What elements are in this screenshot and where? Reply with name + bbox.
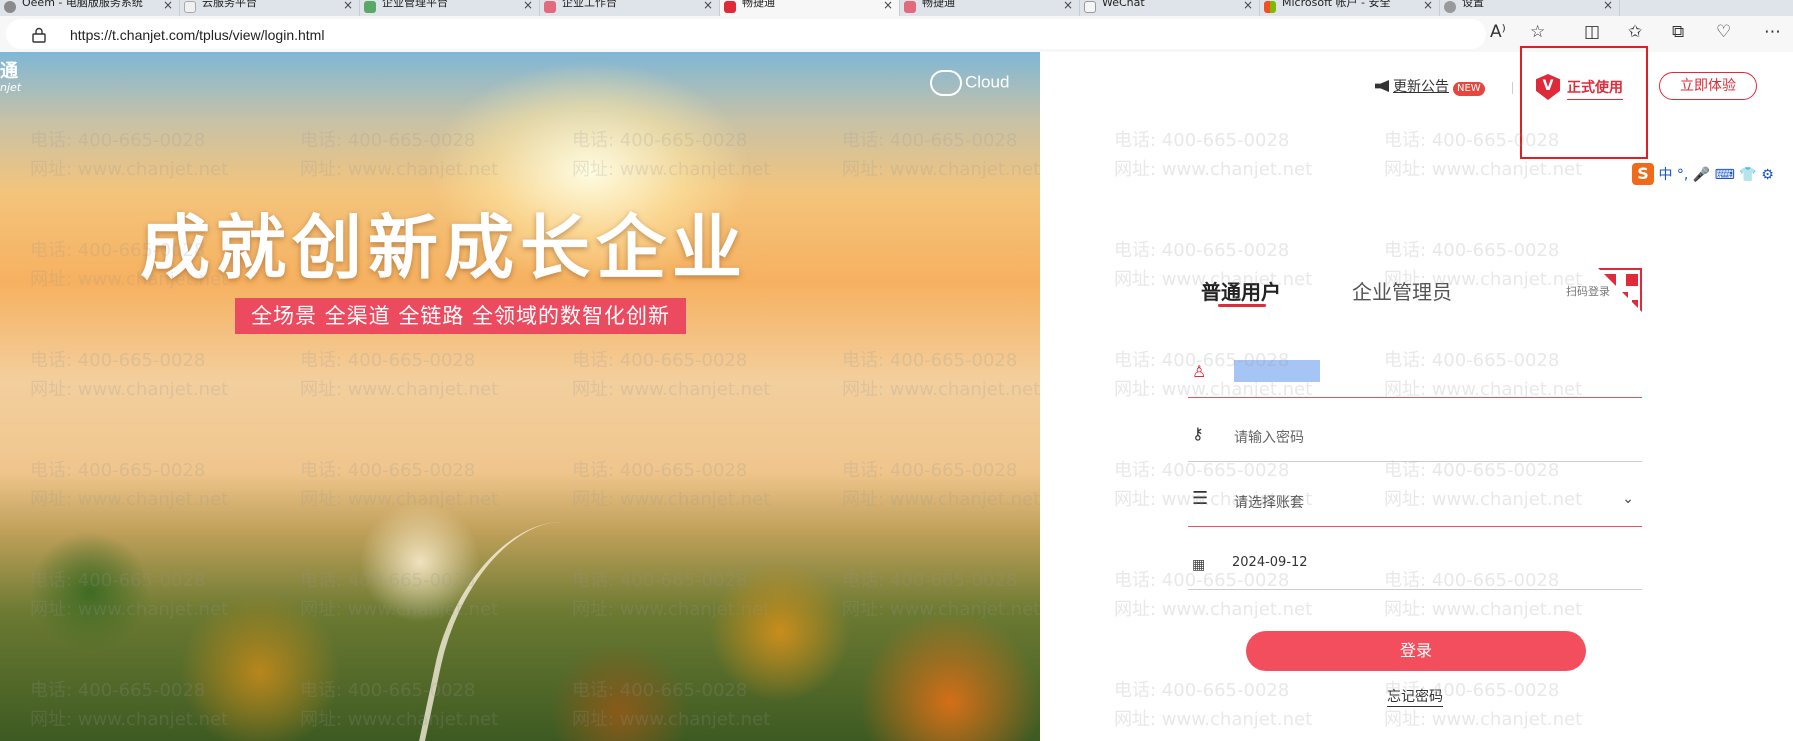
- forgot-password-link[interactable]: 忘记密码: [1387, 686, 1443, 707]
- account-select-value: 请选择账套: [1234, 495, 1304, 511]
- formal-use-link[interactable]: 正式使用: [1567, 77, 1623, 100]
- highlight-box: [1520, 46, 1648, 159]
- close-tab-icon[interactable]: ×: [1423, 0, 1433, 12]
- key-icon: ⚷: [1192, 424, 1204, 443]
- url-field[interactable]: https://t.chanjet.com/tplus/view/login.h…: [6, 19, 1486, 49]
- calendar-icon: ▦: [1192, 557, 1206, 573]
- date-value[interactable]: 2024-09-12: [1232, 555, 1308, 570]
- browser-tab[interactable]: 企业工作台 ×: [540, 0, 720, 16]
- lock-icon: [32, 27, 46, 43]
- close-tab-icon[interactable]: ×: [343, 0, 353, 12]
- tab-favicon-icon: [544, 1, 556, 13]
- tab-favicon-icon: [364, 1, 376, 13]
- close-tab-icon[interactable]: ×: [1603, 0, 1613, 12]
- list-icon: ☰: [1192, 488, 1209, 509]
- cloud-logo: Cloud: [930, 70, 1009, 96]
- ime-toolbar[interactable]: S 中 °, 🎤 ⌨ 👕 ⚙: [1632, 163, 1774, 185]
- username-value-masked: [1234, 360, 1320, 382]
- login-button[interactable]: 登录: [1246, 631, 1586, 671]
- browser-tab[interactable]: 畅捷通 ×: [900, 0, 1080, 16]
- tab-favicon-icon: [184, 1, 196, 13]
- close-tab-icon[interactable]: ×: [1243, 0, 1253, 12]
- tab-favicon-icon: [1264, 1, 1276, 13]
- browser-tab-active[interactable]: 畅捷通 ×: [720, 0, 900, 16]
- close-tab-icon[interactable]: ×: [883, 0, 893, 12]
- more-menu-icon[interactable]: ⋯: [1764, 22, 1781, 42]
- close-tab-icon[interactable]: ×: [163, 0, 173, 12]
- gear-icon: [1444, 1, 1456, 13]
- ime-toolbar-items[interactable]: 中 °, 🎤 ⌨ 👕 ⚙: [1658, 167, 1773, 183]
- browser-tab[interactable]: Oeem - 电脑版服务系统 ×: [0, 0, 180, 16]
- browser-essentials-icon[interactable]: ♡: [1716, 22, 1731, 42]
- tab-normal-user[interactable]: 普通用户: [1201, 276, 1281, 305]
- password-input[interactable]: 请输入密码: [1234, 427, 1304, 447]
- megaphone-icon: [1375, 80, 1389, 92]
- try-now-button[interactable]: 立即体验: [1659, 72, 1757, 100]
- browser-tab[interactable]: 云服务平台 ×: [180, 0, 360, 16]
- tab-favicon-icon: [724, 1, 736, 13]
- divider: [1512, 82, 1513, 94]
- cloud-logo-icon: [930, 70, 962, 96]
- account-select[interactable]: ☰ 请选择账套 ⌄: [1188, 485, 1642, 527]
- browser-tab[interactable]: Microsoft 帐户 - 安全 ×: [1260, 0, 1440, 16]
- browser-tab[interactable]: 企业管理平台 ×: [360, 0, 540, 16]
- active-tab-indicator: [1218, 304, 1266, 307]
- favorites-icon[interactable]: ✩: [1628, 22, 1642, 42]
- brand-logo: 通 njet: [0, 61, 22, 95]
- tab-favicon-icon: [1084, 1, 1096, 13]
- update-notice-link[interactable]: 更新公告 NEW: [1375, 76, 1485, 96]
- password-field[interactable]: ⚷ 请输入密码: [1188, 420, 1642, 462]
- new-badge: NEW: [1453, 82, 1485, 96]
- read-aloud-icon[interactable]: A⁾: [1490, 22, 1506, 42]
- tab-favicon-icon: [904, 1, 916, 13]
- favorite-star-icon[interactable]: ☆: [1530, 22, 1545, 42]
- hero-subtitle: 全场景 全渠道 全链路 全领域的数智化创新: [235, 298, 687, 334]
- split-screen-icon[interactable]: ◫: [1584, 22, 1600, 42]
- url-text: https://t.chanjet.com/tplus/view/login.h…: [70, 27, 325, 43]
- date-field[interactable]: ▦ 2024-09-12: [1188, 550, 1642, 590]
- qr-login-label[interactable]: 扫码登录: [1566, 283, 1610, 299]
- collections-icon[interactable]: ⧉: [1672, 22, 1684, 42]
- browser-tab[interactable]: 设置 ×: [1440, 0, 1620, 16]
- chevron-down-icon[interactable]: ⌄: [1622, 491, 1634, 507]
- browser-tab[interactable]: WeChat ×: [1080, 0, 1260, 16]
- hero-title: 成就创新成长企业: [140, 207, 748, 289]
- username-field[interactable]: ♙: [1188, 356, 1642, 398]
- browser-tab-strip: Oeem - 电脑版服务系统 × 云服务平台 × 企业管理平台 × 企业工作台 …: [0, 0, 1793, 16]
- sogou-ime-icon[interactable]: S: [1632, 163, 1654, 185]
- login-page: Oeem - 电脑版服务系统 × 云服务平台 × 企业管理平台 × 企业工作台 …: [0, 0, 1793, 741]
- close-tab-icon[interactable]: ×: [523, 0, 533, 12]
- close-tab-icon[interactable]: ×: [1063, 0, 1073, 12]
- close-tab-icon[interactable]: ×: [703, 0, 713, 12]
- tab-favicon-icon: [4, 1, 16, 13]
- hero-banner: 通 njet Cloud 成就创新成长企业 全场景 全渠道 全链路 全领域的数智…: [0, 52, 1040, 741]
- user-icon: ♙: [1192, 362, 1207, 381]
- tab-enterprise-admin[interactable]: 企业管理员: [1352, 276, 1452, 305]
